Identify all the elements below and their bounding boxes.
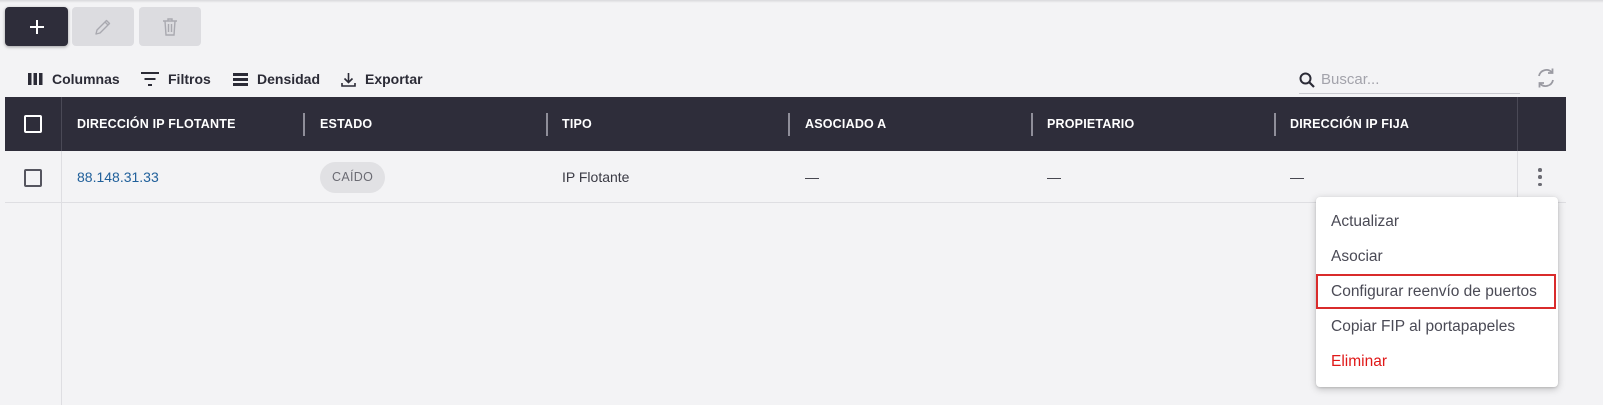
column-header-owner[interactable]: PROPIETARIO bbox=[1047, 97, 1134, 151]
refresh-button[interactable] bbox=[1535, 67, 1557, 89]
delete-button[interactable] bbox=[139, 7, 201, 46]
search-icon bbox=[1299, 72, 1315, 88]
density-button[interactable]: Densidad bbox=[233, 69, 320, 89]
column-divider bbox=[1517, 151, 1518, 203]
density-label: Densidad bbox=[257, 71, 321, 87]
download-icon bbox=[341, 72, 356, 87]
column-resize-handle[interactable] bbox=[1031, 113, 1033, 136]
export-label: Exportar bbox=[365, 71, 423, 87]
column-resize-handle[interactable] bbox=[546, 113, 548, 136]
column-header-fixed-ip[interactable]: DIRECCIÓN IP FIJA bbox=[1290, 97, 1409, 151]
density-icon bbox=[233, 72, 248, 86]
trash-icon bbox=[163, 17, 177, 36]
type-value: IP Flotante bbox=[562, 169, 630, 185]
cell-owner: — bbox=[1047, 151, 1061, 203]
status-badge: CAÍDO bbox=[320, 161, 386, 193]
menu-item-associate[interactable]: Asociar bbox=[1316, 239, 1558, 274]
floating-ip-link[interactable]: 88.148.31.33 bbox=[77, 169, 159, 185]
column-header-floating-ip[interactable]: DIRECCIÓN IP FLOTANTE bbox=[77, 97, 236, 151]
associated-value: — bbox=[805, 169, 819, 185]
pencil-icon bbox=[95, 19, 111, 35]
column-divider bbox=[1517, 97, 1518, 151]
row-checkbox[interactable] bbox=[24, 169, 42, 187]
menu-item-delete[interactable]: Eliminar bbox=[1316, 344, 1558, 379]
columns-label: Columnas bbox=[52, 71, 120, 87]
edit-button[interactable] bbox=[72, 7, 134, 46]
table-header: DIRECCIÓN IP FLOTANTE ESTADO TIPO ASOCIA… bbox=[5, 97, 1566, 151]
row-actions-menu: Actualizar Asociar Configurar reenvío de… bbox=[1316, 197, 1558, 387]
cell-fixed-ip: — bbox=[1290, 151, 1304, 203]
export-button[interactable]: Exportar bbox=[341, 69, 423, 89]
filters-button[interactable]: Filtros bbox=[141, 69, 211, 89]
add-button[interactable] bbox=[5, 7, 68, 46]
refresh-icon bbox=[1538, 68, 1554, 88]
column-resize-handle[interactable] bbox=[788, 113, 790, 136]
column-header-associated[interactable]: ASOCIADO A bbox=[805, 97, 886, 151]
plus-icon bbox=[29, 19, 44, 34]
columns-icon bbox=[28, 73, 43, 85]
menu-item-copy-fip[interactable]: Copiar FIP al portapapeles bbox=[1316, 309, 1558, 344]
column-resize-handle[interactable] bbox=[303, 113, 305, 136]
column-divider bbox=[61, 97, 62, 151]
columns-button[interactable]: Columnas bbox=[28, 69, 120, 89]
filters-label: Filtros bbox=[168, 71, 211, 87]
menu-item-port-forwarding[interactable]: Configurar reenvío de puertos bbox=[1316, 274, 1556, 309]
column-resize-handle[interactable] bbox=[1274, 113, 1276, 136]
search-box bbox=[1299, 66, 1520, 94]
search-input[interactable] bbox=[1321, 71, 1511, 88]
cell-status: CAÍDO bbox=[320, 151, 386, 203]
cell-type: IP Flotante bbox=[562, 151, 629, 203]
row-actions-kebab-icon[interactable] bbox=[1534, 168, 1546, 186]
table-row[interactable]: 88.148.31.33 CAÍDO IP Flotante — — — bbox=[5, 151, 1566, 203]
menu-item-update[interactable]: Actualizar bbox=[1316, 204, 1558, 239]
top-shadow bbox=[0, 0, 1603, 3]
fixed-ip-value: — bbox=[1290, 169, 1304, 185]
owner-value: — bbox=[1047, 169, 1061, 185]
column-header-type[interactable]: TIPO bbox=[562, 97, 592, 151]
cell-associated: — bbox=[805, 151, 819, 203]
filter-icon bbox=[141, 72, 159, 86]
select-all-checkbox[interactable] bbox=[24, 115, 42, 133]
cell-floating-ip: 88.148.31.33 bbox=[77, 151, 159, 203]
column-header-status[interactable]: ESTADO bbox=[320, 97, 372, 151]
